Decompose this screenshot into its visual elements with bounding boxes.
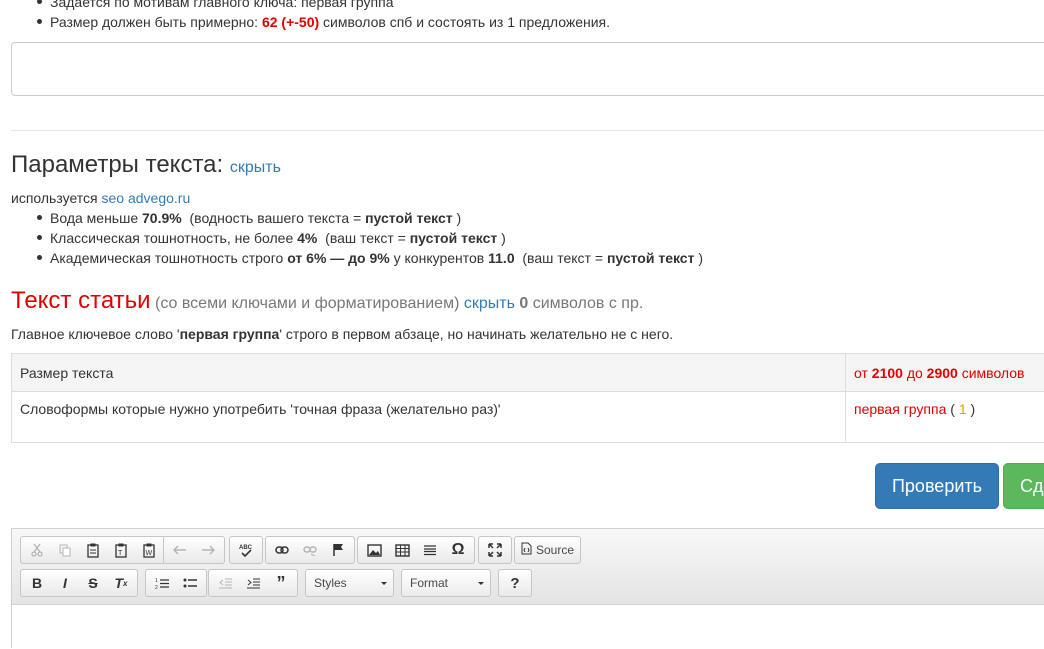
table-cell: Словоформы которые нужно употребить 'точ… [12, 392, 846, 443]
editor-content-area[interactable] [12, 606, 1044, 649]
blockquote-icon[interactable]: ” [267, 571, 295, 595]
rich-text-editor: T W ABC Ω Source B [11, 528, 1044, 648]
copy-icon[interactable] [51, 538, 79, 562]
divider [11, 130, 1044, 131]
params-list: Вода меньше 70.9% (водность вашего текст… [10, 208, 703, 268]
indent-group: ” [208, 569, 298, 597]
bold-icon[interactable]: B [23, 571, 51, 595]
table-cell: от 2100 до 2900 символов [846, 354, 1044, 392]
indent-icon[interactable] [239, 571, 267, 595]
outdent-icon[interactable] [211, 571, 239, 595]
styles-dropdown[interactable]: Styles [305, 569, 394, 597]
help-icon[interactable]: ? [501, 571, 529, 595]
special-char-icon[interactable]: Ω [444, 538, 472, 562]
chevron-down-icon [381, 582, 387, 585]
table-icon[interactable] [388, 538, 416, 562]
svg-text:T: T [118, 550, 123, 557]
unlink-icon[interactable] [296, 538, 324, 562]
used-line: используется seo advego.ru [11, 188, 190, 208]
bulleted-list-icon[interactable] [176, 571, 204, 595]
top-requirements-list: Задается по мотивам главного ключа: перв… [10, 0, 610, 32]
source-label: Source [536, 543, 574, 557]
requirements-table: Размер текста от 2100 до 2900 символов С… [11, 353, 1044, 443]
undo-group [163, 536, 225, 564]
list-item: Размер должен быть примерно: 62 (+-50) с… [10, 12, 610, 32]
chevron-down-icon [478, 582, 484, 585]
article-hide-link[interactable]: скрыть [464, 295, 515, 312]
format-label: Format [410, 576, 448, 590]
horizontal-line-icon[interactable] [416, 538, 444, 562]
article-heading: Текст статьи (со всеми ключами и формати… [11, 285, 643, 320]
cut-icon[interactable] [23, 538, 51, 562]
list-group: 12 [145, 569, 207, 597]
main-keyword-note: Главное ключевое слово 'первая группа' с… [11, 324, 673, 344]
insert-group: Ω [357, 536, 475, 564]
params-hide-link[interactable]: скрыть [230, 159, 281, 176]
maximize-group [478, 536, 512, 564]
svg-text:1: 1 [155, 578, 158, 584]
maximize-icon[interactable] [481, 538, 509, 562]
params-heading: Параметры текста: скрыть [11, 150, 281, 183]
editor-toolbar: T W ABC Ω Source B [12, 529, 1044, 605]
svg-text:2: 2 [155, 585, 158, 590]
image-icon[interactable] [360, 538, 388, 562]
list-item: Вода меньше 70.9% (водность вашего текст… [10, 208, 703, 228]
basic-styles-group: B I S Tx [20, 569, 138, 597]
advego-link[interactable]: seo advego.ru [102, 190, 191, 206]
format-dropdown[interactable]: Format [401, 569, 491, 597]
title-textarea[interactable] [11, 42, 1044, 96]
source-icon [521, 542, 532, 558]
svg-text:W: W [146, 550, 153, 557]
submit-button[interactable]: Сд [1003, 463, 1044, 509]
source-button[interactable]: Source [514, 536, 581, 564]
styles-label: Styles [314, 576, 347, 590]
anchor-flag-icon[interactable] [324, 538, 352, 562]
undo-icon[interactable] [166, 538, 194, 562]
paste-text-icon[interactable]: T [107, 538, 135, 562]
table-cell: первая группа ( 1 ) [846, 392, 1044, 443]
char-count: 0 [515, 295, 528, 312]
paste-word-icon[interactable]: W [135, 538, 163, 562]
list-item: Классическая тошнотность, не более 4% (в… [10, 228, 703, 248]
clipboard-group: T W [20, 536, 166, 564]
remove-format-icon[interactable]: Tx [107, 571, 135, 595]
article-title: Текст статьи [11, 287, 151, 314]
table-cell: Размер текста [12, 354, 846, 392]
paste-icon[interactable] [79, 538, 107, 562]
table-row: Размер текста от 2100 до 2900 символов [12, 354, 1044, 392]
size-value: 62 (+-50) [262, 14, 319, 30]
numbered-list-icon[interactable]: 12 [148, 571, 176, 595]
redo-icon[interactable] [194, 538, 222, 562]
list-item: Академическая тошнотность строго от 6% —… [10, 248, 703, 268]
main-keyword: первая группа [180, 326, 280, 342]
link-icon[interactable] [268, 538, 296, 562]
table-row: Словоформы которые нужно употребить 'точ… [12, 392, 1044, 443]
help-group: ? [498, 569, 532, 597]
link-group [265, 536, 355, 564]
spellcheck-icon[interactable]: ABC [232, 538, 260, 562]
spellcheck-group: ABC [229, 536, 263, 564]
params-title: Параметры текста: [11, 151, 230, 178]
italic-icon[interactable]: I [51, 571, 79, 595]
list-item: Задается по мотивам главного ключа: перв… [10, 0, 610, 12]
strikethrough-icon[interactable]: S [79, 571, 107, 595]
check-button[interactable]: Проверить [875, 463, 999, 509]
